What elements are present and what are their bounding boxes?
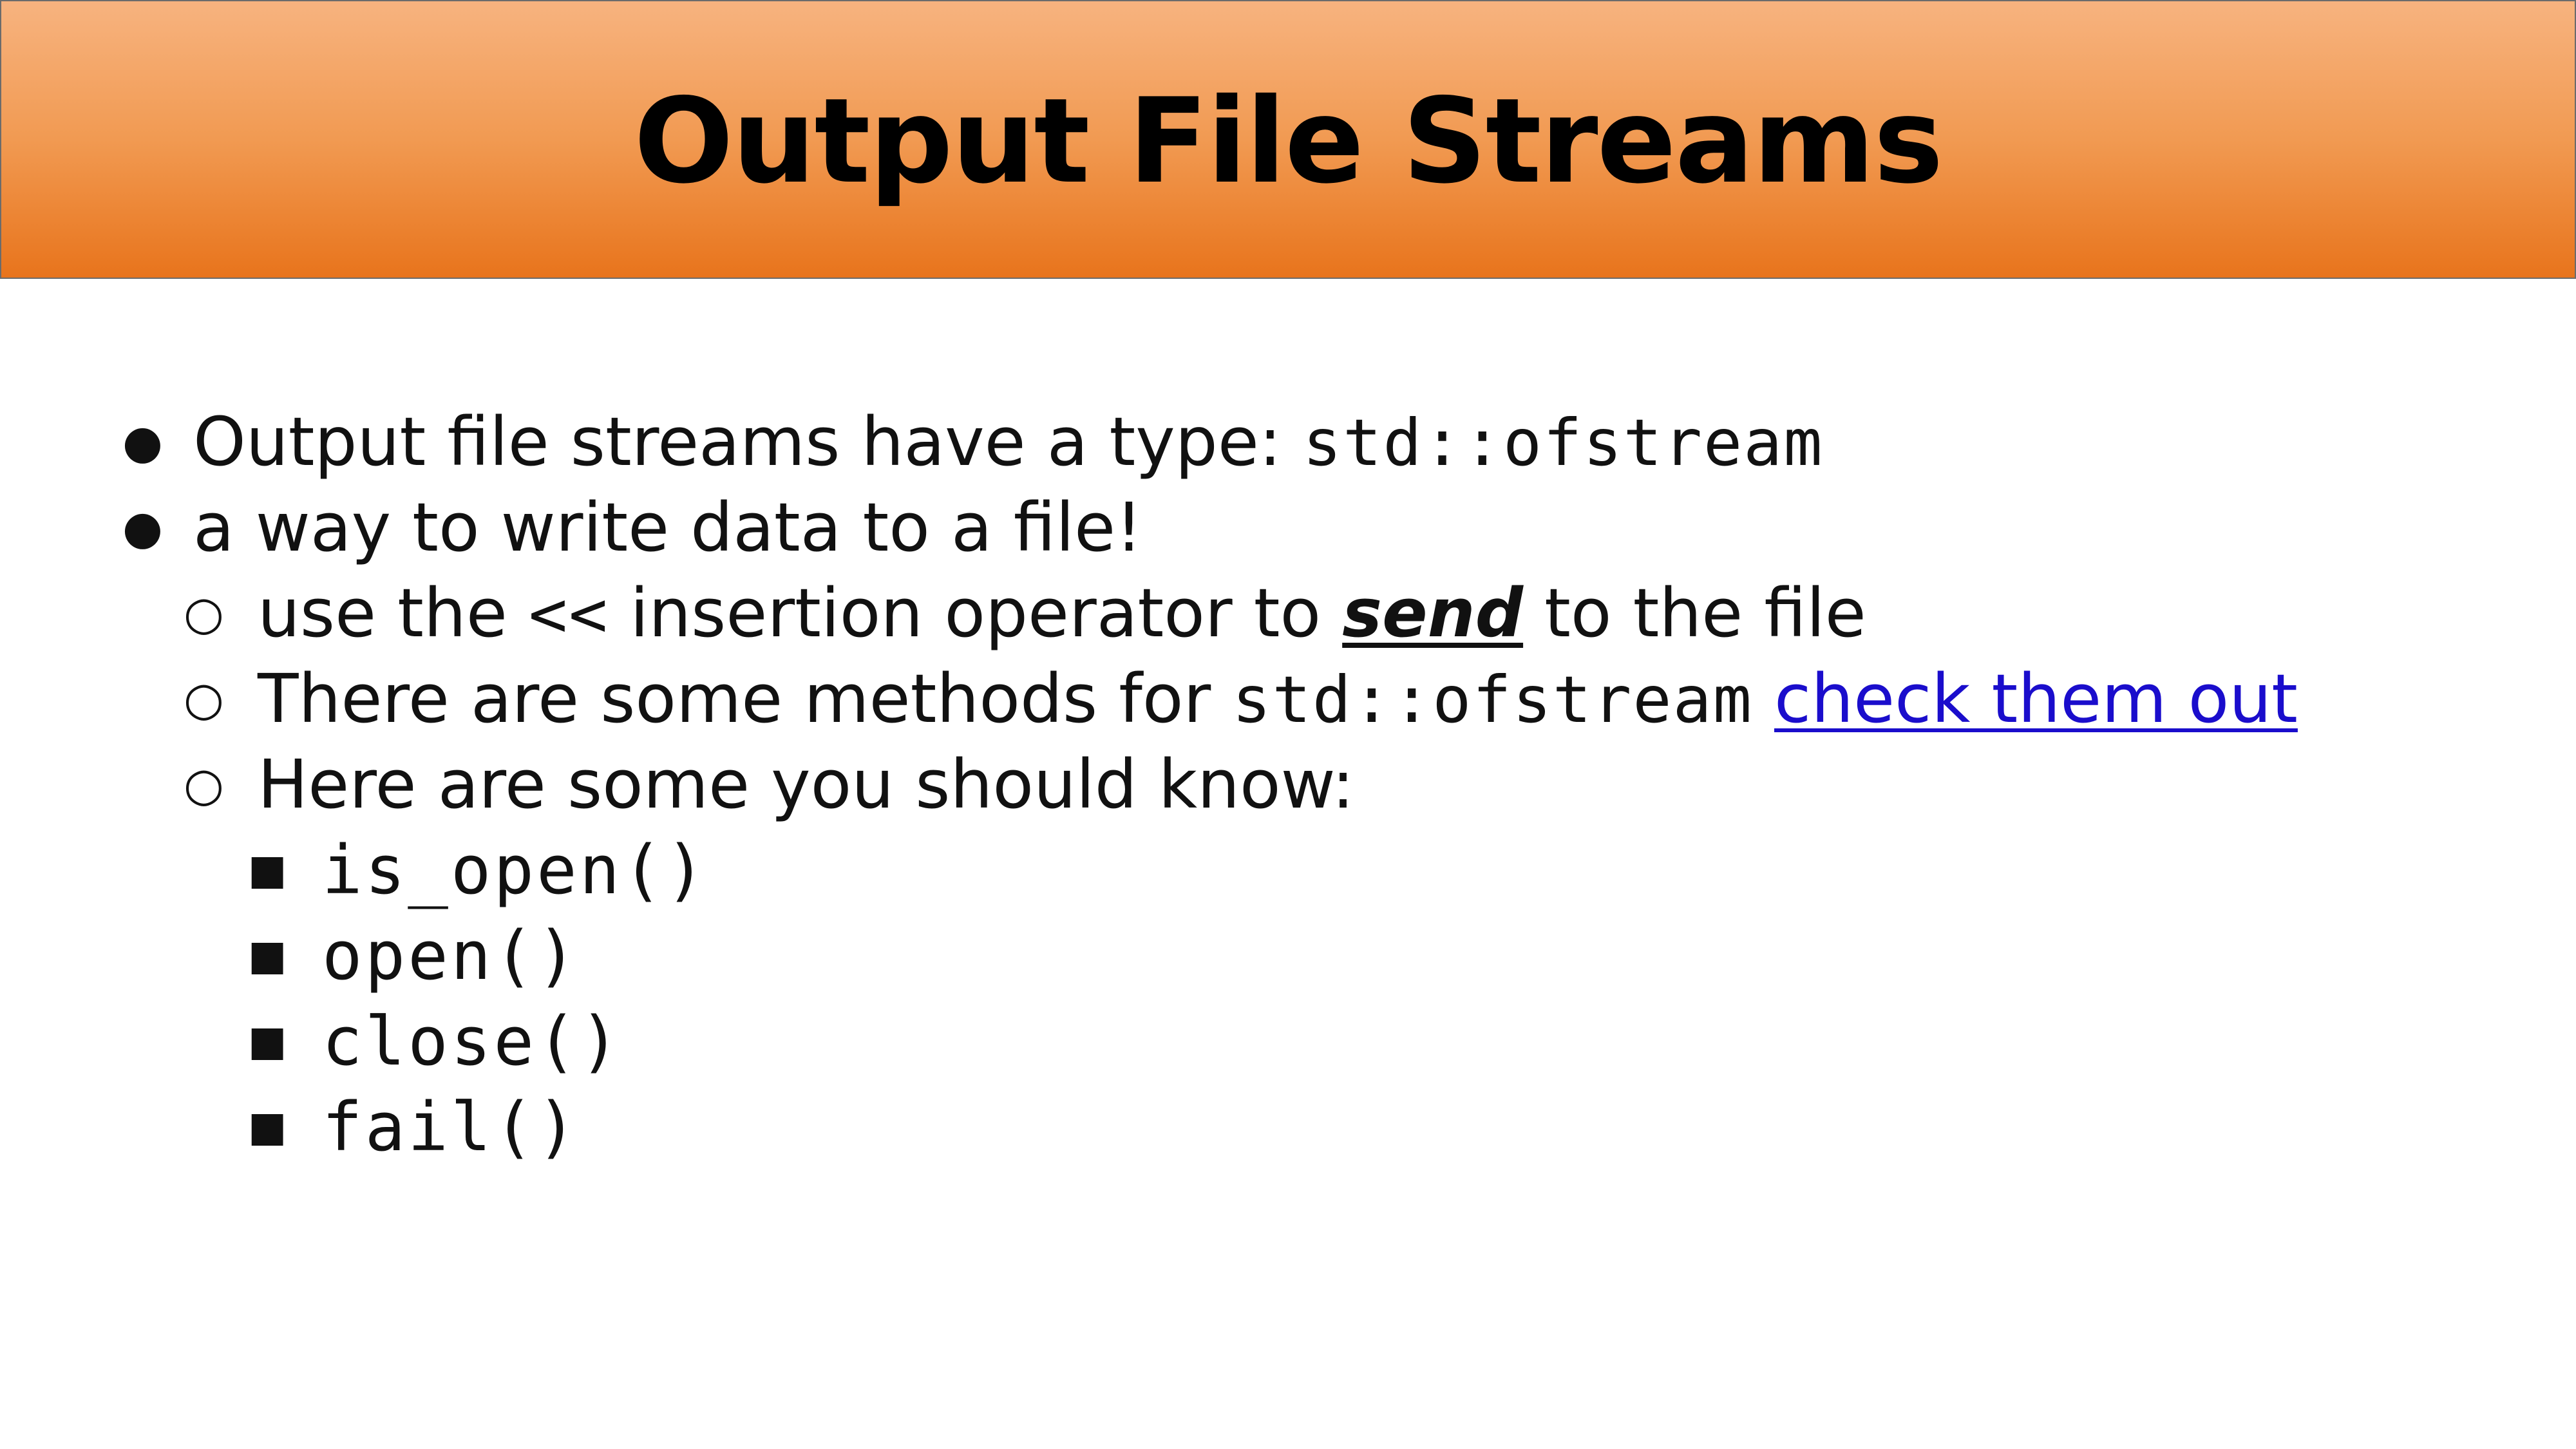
bullet-marker-level2: ○ bbox=[184, 672, 224, 726]
slide-content: ● Output file streams have a type: std::… bbox=[0, 0, 2576, 1449]
bullet-marker-level1: ● bbox=[122, 415, 163, 469]
bullet-text: There are some methods for bbox=[258, 659, 1233, 738]
emphasized-word: send bbox=[1342, 574, 1524, 652]
check-them-out-link[interactable]: check them out bbox=[1774, 659, 2298, 738]
code-operator: << bbox=[528, 576, 609, 652]
code-type-name: std::ofstream bbox=[1302, 405, 1824, 480]
method-item-open: open() bbox=[322, 916, 580, 995]
sub-bullet-item: There are some methods for std::ofstream… bbox=[258, 656, 2298, 742]
bullet-text: Here are some you should know: bbox=[258, 745, 1355, 824]
bullet-marker-level3: ■ bbox=[248, 1103, 287, 1151]
bullet-marker-level3: ■ bbox=[248, 1018, 287, 1065]
code-type-name: std::ofstream bbox=[1232, 662, 1753, 737]
bullet-marker-level2: ○ bbox=[184, 757, 224, 811]
bullet-text: use the bbox=[258, 574, 529, 652]
bullet-item: Output file streams have a type: std::of… bbox=[193, 399, 1824, 485]
bullet-text: Output file streams have a type: bbox=[193, 402, 1303, 481]
bullet-marker-level3: ■ bbox=[248, 932, 287, 980]
bullet-text: a way to write data to a file! bbox=[193, 488, 1142, 567]
bullet-marker-level3: ■ bbox=[248, 846, 287, 894]
bullet-marker-level1: ● bbox=[122, 500, 163, 554]
method-item-is-open: is_open() bbox=[322, 831, 708, 909]
method-item-close: close() bbox=[322, 1002, 623, 1081]
bullet-item: a way to write data to a file! bbox=[193, 485, 1142, 571]
bullet-marker-level2: ○ bbox=[184, 586, 224, 640]
method-item-fail: fail() bbox=[322, 1088, 580, 1166]
bullet-text: to the file bbox=[1523, 574, 1866, 652]
bullet-text: insertion operator to bbox=[609, 574, 1343, 652]
sub-bullet-item: use the << insertion operator to send to… bbox=[258, 571, 1866, 656]
sub-bullet-item: Here are some you should know: bbox=[258, 742, 1354, 828]
